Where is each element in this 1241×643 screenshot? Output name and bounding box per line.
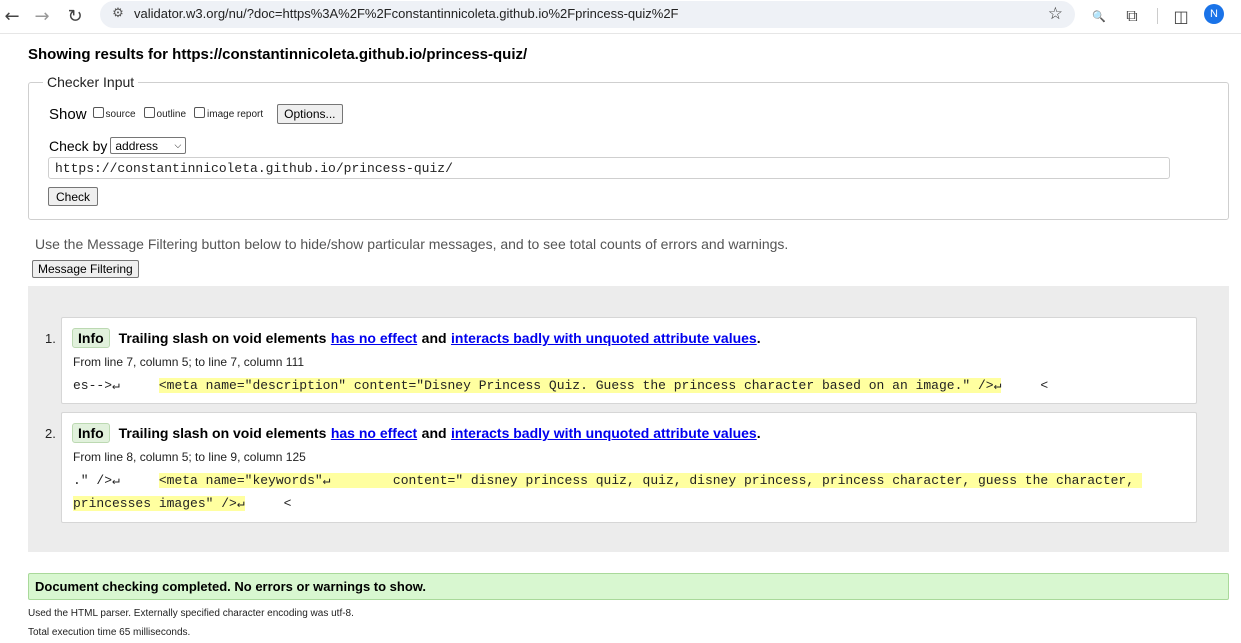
- message-filter-hint: Use the Message Filtering button below t…: [35, 236, 789, 252]
- message-item: Info Trailing slash on void elements has…: [61, 412, 1197, 523]
- message-period: .: [756, 330, 761, 346]
- message-connector: and: [421, 425, 447, 441]
- zoom-icon[interactable]: 🔍: [1088, 5, 1110, 27]
- code-extract: ." />↵ <meta name="keywords"↵ content=" …: [73, 473, 1142, 511]
- outline-checkbox[interactable]: [143, 106, 155, 118]
- message-location: From line 7, column 5; to line 7, column…: [73, 355, 305, 369]
- forward-arrow-icon[interactable]: →: [30, 5, 54, 29]
- message-number: 2.: [45, 426, 56, 441]
- message-item: Info Trailing slash on void elements has…: [61, 317, 1197, 404]
- reload-icon[interactable]: ↻: [63, 5, 87, 29]
- message-connector: and: [421, 330, 447, 346]
- check-button[interactable]: Check: [48, 187, 99, 206]
- message-number: 1.: [45, 331, 56, 346]
- code-highlight: <meta name="keywords"↵ content=" disney …: [73, 473, 1142, 511]
- side-panel-icon[interactable]: ◫: [1170, 5, 1192, 27]
- image-report-option-label: image report: [207, 108, 264, 120]
- address-bar[interactable]: ⚙ validator.w3.org/nu/?doc=https%3A%2F%2…: [100, 1, 1075, 28]
- bookmark-star-icon[interactable]: ☆: [1048, 4, 1063, 24]
- unquoted-attribute-link[interactable]: interacts badly with unquoted attribute …: [451, 425, 757, 441]
- image-report-checkbox[interactable]: [194, 106, 206, 118]
- profile-avatar[interactable]: N: [1204, 4, 1224, 24]
- show-outline-option[interactable]: outline: [143, 106, 187, 120]
- checker-input-fieldset: Checker Input Show source outline image …: [28, 74, 1229, 220]
- message-header: Info Trailing slash on void elements has…: [72, 328, 761, 348]
- info-badge: Info: [72, 328, 110, 348]
- info-badge: Info: [72, 423, 110, 443]
- document-url-input[interactable]: https://constantinnicoleta.github.io/pri…: [48, 157, 1170, 179]
- message-title: Trailing slash on void elements: [118, 425, 327, 441]
- message-title: Trailing slash on void elements: [118, 330, 327, 346]
- check-by-selected-value: address: [115, 138, 159, 153]
- message-period: .: [756, 425, 761, 441]
- execution-time-note: Total execution time 65 milliseconds.: [28, 627, 191, 638]
- toolbar-divider: [1157, 8, 1158, 24]
- checker-input-legend: Checker Input: [43, 74, 139, 90]
- options-button[interactable]: Options...: [277, 104, 343, 124]
- message-location: From line 8, column 5; to line 9, column…: [73, 450, 306, 464]
- back-arrow-icon[interactable]: ←: [0, 5, 24, 29]
- code-extract: es-->↵ <meta name="description" content=…: [73, 378, 1049, 393]
- results-panel: 1. Info Trailing slash on void elements …: [28, 286, 1229, 552]
- has-no-effect-link[interactable]: has no effect: [331, 425, 417, 441]
- unquoted-attribute-link[interactable]: interacts badly with unquoted attribute …: [451, 330, 757, 346]
- source-option-label: source: [105, 108, 136, 120]
- parser-note: Used the HTML parser. Externally specifi…: [28, 608, 354, 619]
- page-title: Showing results for https://constantinni…: [28, 46, 528, 63]
- extensions-puzzle-icon[interactable]: ⧉: [1121, 5, 1143, 27]
- show-image-report-option[interactable]: image report: [194, 106, 264, 120]
- show-options-row: Show source outline image report Options…: [49, 104, 343, 124]
- show-label: Show: [49, 105, 87, 123]
- message-header: Info Trailing slash on void elements has…: [72, 423, 761, 443]
- check-by-select[interactable]: address ⌵: [110, 137, 187, 154]
- code-highlight: <meta name="description" content="Disney…: [158, 378, 1002, 393]
- outline-option-label: outline: [156, 108, 187, 120]
- check-by-label: Check by: [49, 137, 108, 154]
- show-source-option[interactable]: source: [92, 106, 136, 120]
- site-settings-icon[interactable]: ⚙: [110, 6, 126, 22]
- address-bar-url[interactable]: validator.w3.org/nu/?doc=https%3A%2F%2Fc…: [134, 6, 679, 21]
- check-by-row: Check by address ⌵: [49, 137, 187, 154]
- message-filtering-button[interactable]: Message Filtering: [32, 260, 139, 278]
- browser-toolbar: ← → ↻ ⚙ validator.w3.org/nu/?doc=https%3…: [0, 0, 1241, 34]
- checking-completed-banner: Document checking completed. No errors o…: [28, 573, 1229, 600]
- source-checkbox[interactable]: [92, 106, 104, 118]
- has-no-effect-link[interactable]: has no effect: [331, 330, 417, 346]
- chevron-down-icon: ⌵: [174, 140, 182, 151]
